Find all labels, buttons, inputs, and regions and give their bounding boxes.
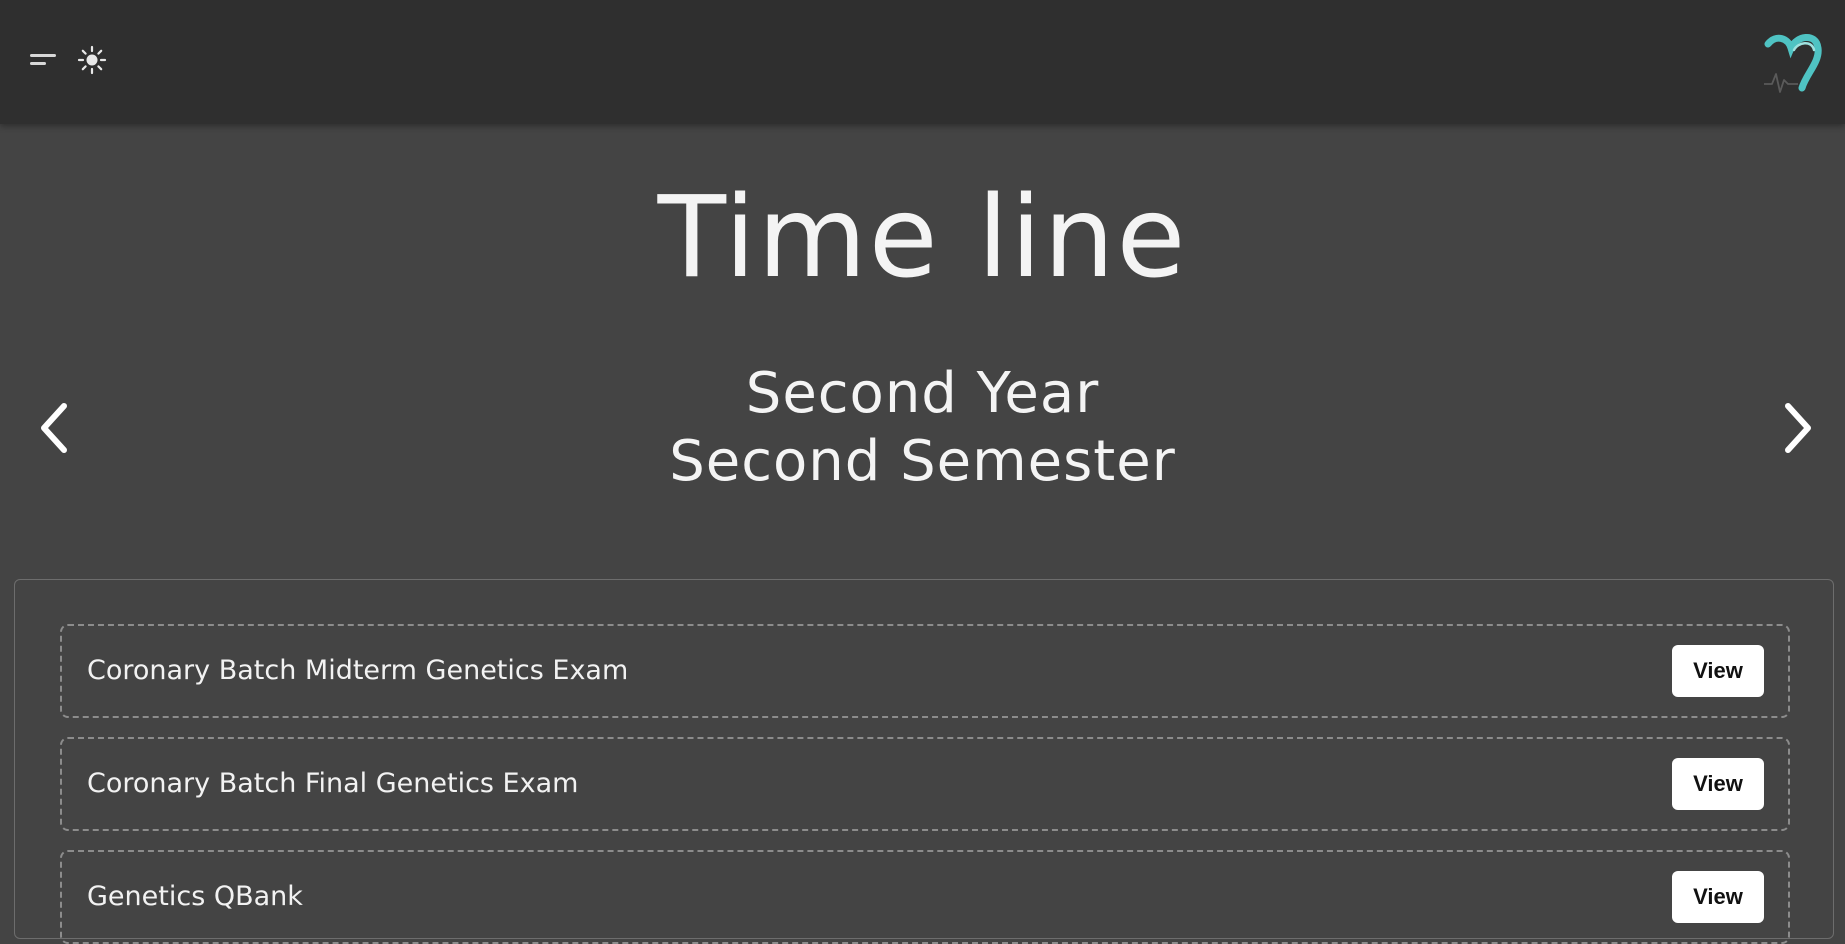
- sun-icon[interactable]: [76, 44, 108, 76]
- semester-label: Second Semester: [669, 429, 1176, 494]
- chevron-left-icon[interactable]: [32, 396, 80, 460]
- item-label: Coronary Batch Final Genetics Exam: [87, 768, 579, 799]
- top-bar: [0, 0, 1845, 124]
- chevron-right-icon[interactable]: [1772, 396, 1820, 460]
- view-button[interactable]: View: [1672, 758, 1764, 810]
- exam-list-panel: Coronary Batch Midterm Genetics Exam Vie…: [14, 579, 1834, 944]
- page-title: Time line: [657, 173, 1188, 303]
- view-button[interactable]: View: [1672, 871, 1764, 923]
- item-label: Genetics QBank: [87, 881, 303, 912]
- year-label: Second Year: [745, 361, 1100, 426]
- list-item: Coronary Batch Final Genetics Exam View: [60, 737, 1790, 831]
- list-item: Coronary Batch Midterm Genetics Exam Vie…: [60, 624, 1790, 718]
- list-item: Genetics QBank View: [60, 850, 1790, 944]
- period-heading: Second Year Second Semester: [300, 360, 1545, 496]
- menu-icon[interactable]: [24, 46, 60, 74]
- item-label: Coronary Batch Midterm Genetics Exam: [87, 655, 629, 686]
- view-button[interactable]: View: [1672, 645, 1764, 697]
- heart-pulse-logo: [1758, 30, 1824, 96]
